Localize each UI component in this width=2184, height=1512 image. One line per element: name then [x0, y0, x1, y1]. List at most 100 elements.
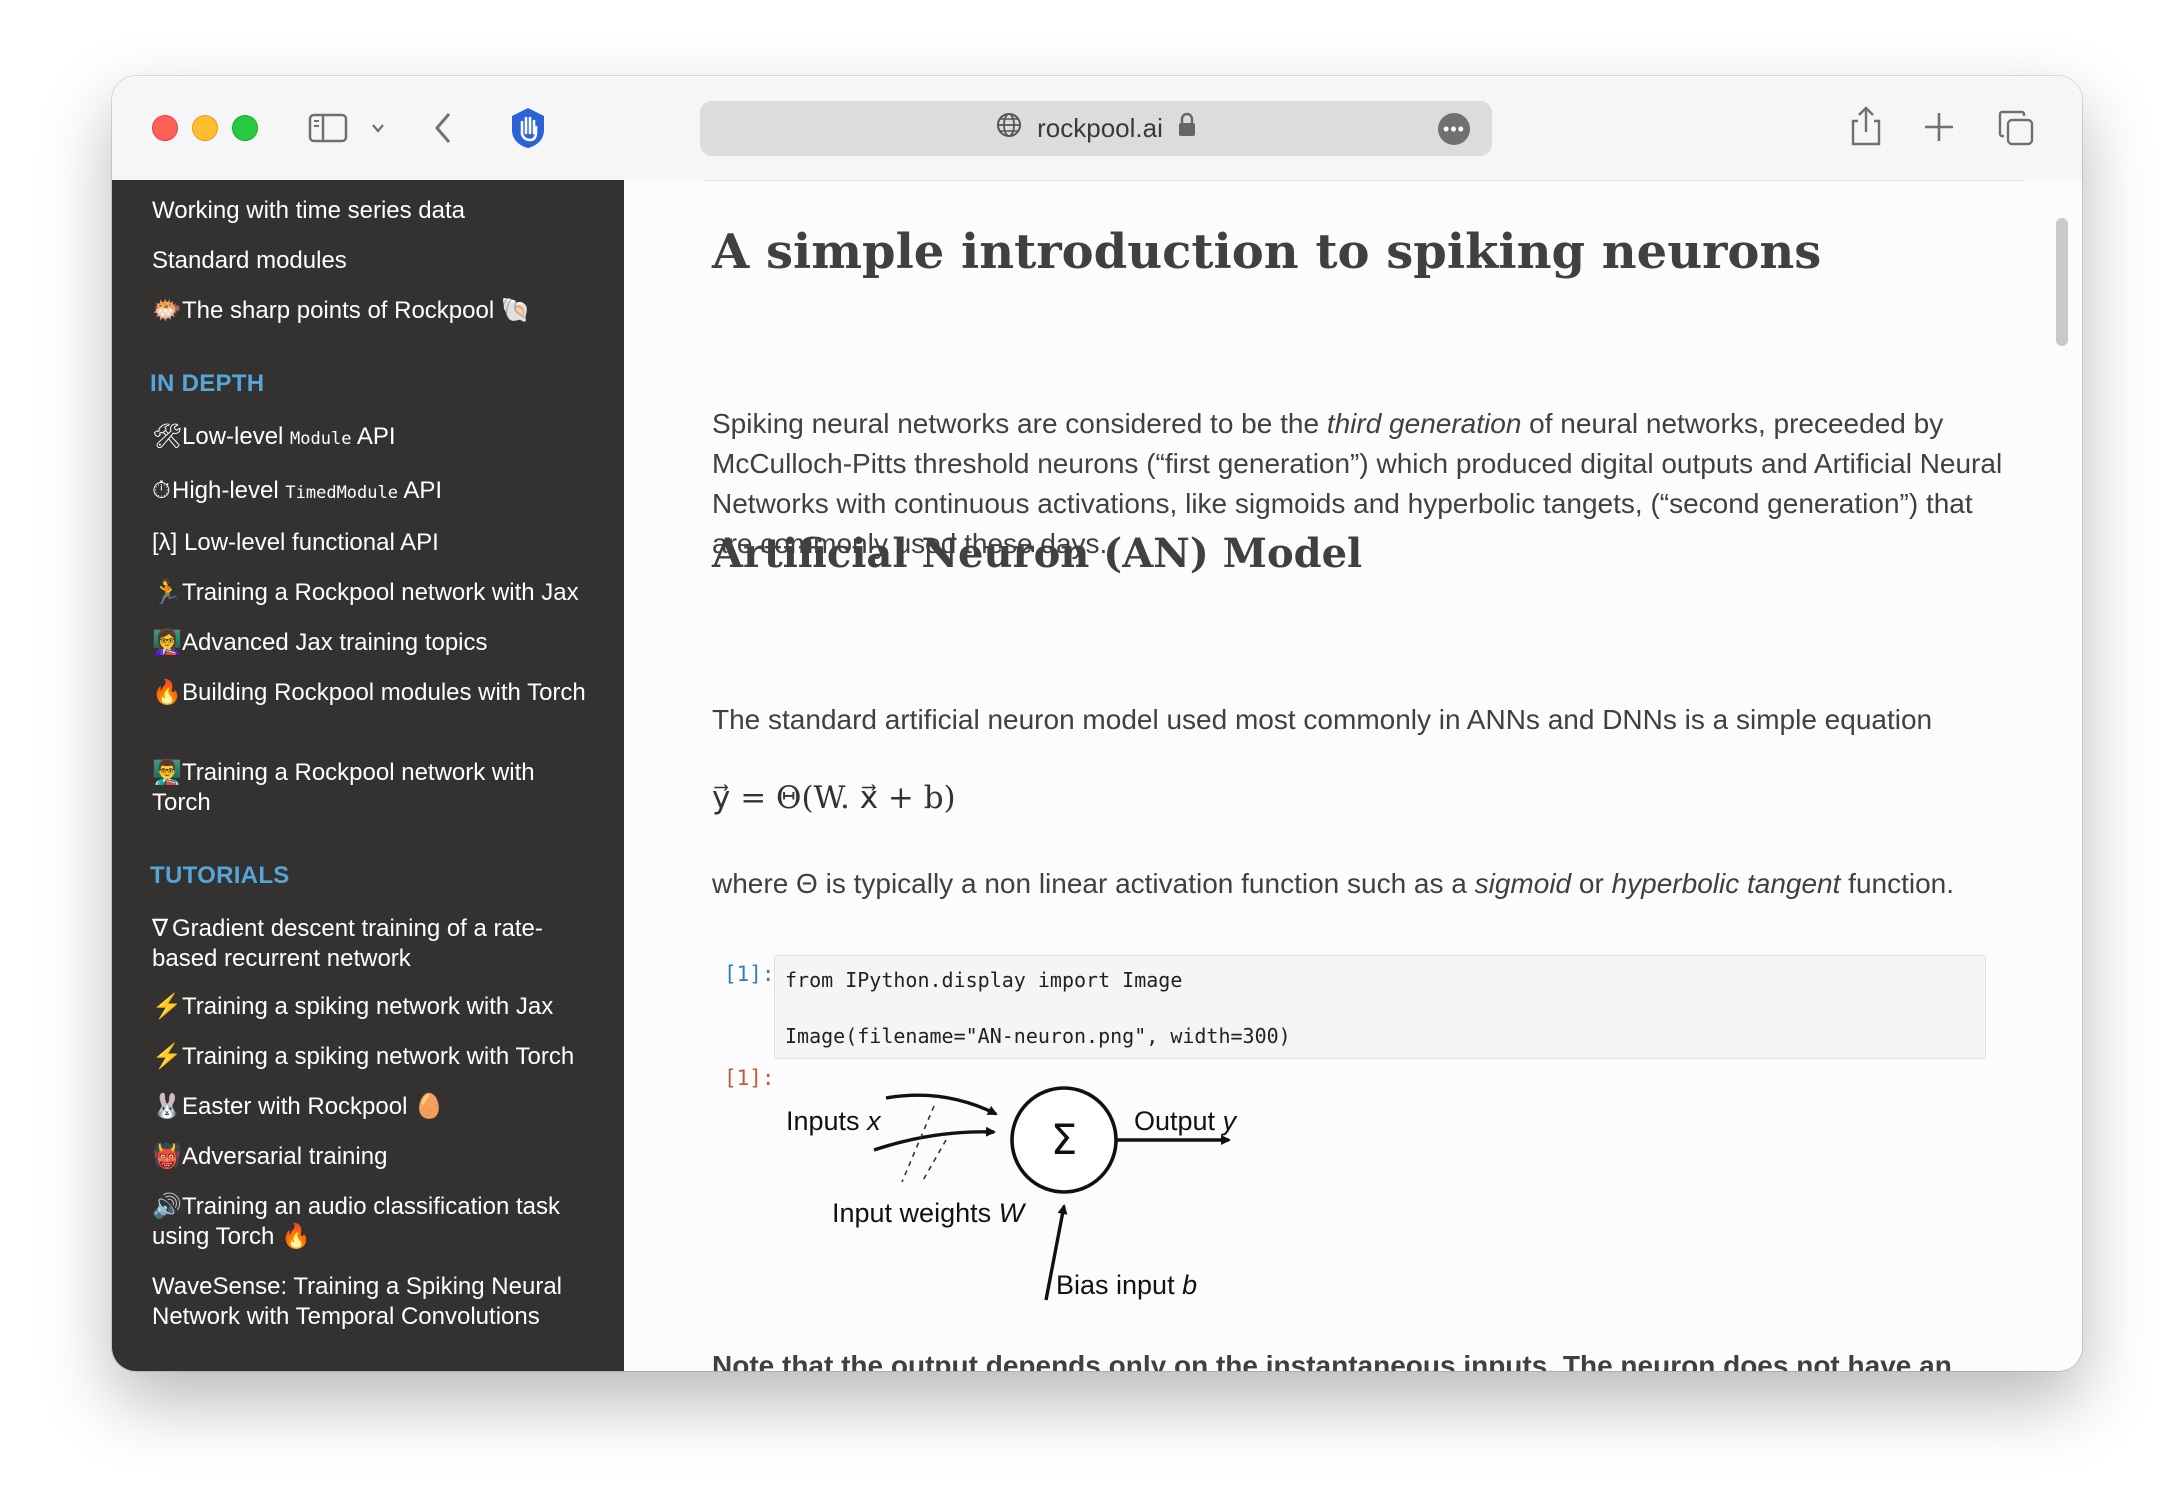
privacy-hand-icon[interactable]	[506, 106, 550, 150]
sidebar-item-torch-modules[interactable]: 🔥Building Rockpool modules with Torch	[152, 678, 592, 708]
input-arrow-1	[885, 1093, 998, 1116]
inputs-label: Inputs x	[786, 1106, 882, 1136]
caption-in-depth: IN DEPTH	[150, 370, 265, 397]
sidebar-item-adversarial[interactable]: 👹Adversarial training	[152, 1142, 592, 1172]
url-text: rockpool.ai	[1037, 113, 1163, 143]
sidebar-item-gradient-descent[interactable]: ∇ Gradient descent training of a rate-bas…	[152, 914, 592, 974]
sidebar-item-label: Standard modules	[152, 247, 347, 274]
sidebar-toggle-icon[interactable]	[308, 112, 348, 144]
runner-icon: 🏃	[152, 579, 182, 606]
code-line: Image(filename="AN-neuron.png", width=30…	[785, 1024, 1291, 1048]
sidebar-item-standard-modules[interactable]: Standard modules	[152, 246, 592, 276]
sidebar-item-easter[interactable]: 🐰Easter with Rockpool 🥚	[152, 1092, 592, 1122]
where-emphasis: sigmoid	[1474, 868, 1572, 899]
back-arrow-icon[interactable]	[432, 110, 454, 146]
sidebar-item-label: Training a Rockpool network with Torch	[152, 759, 535, 816]
sidebar-item-sharp-points[interactable]: 🐡The sharp points of Rockpool 🐚	[152, 296, 592, 326]
teacher-icon: 👩‍🏫	[152, 629, 182, 656]
neuron-diagram: Σ Inputs x Output y Input weights W Bias…	[786, 1086, 1238, 1301]
where-emphasis: hyperbolic tangent	[1611, 868, 1841, 899]
caption-tutorials: TUTORIALS	[150, 862, 290, 889]
sidebar-item-spiking-jax[interactable]: ⚡Training a spiking network with Jax	[152, 992, 592, 1022]
where-text: function.	[1840, 868, 1955, 899]
sidebar-item-wavesense[interactable]: WaveSense: Training a Spiking Neural Net…	[152, 1272, 592, 1332]
address-bar[interactable]: rockpool.ai •••	[700, 101, 1492, 156]
sidebar-item-audio-classification[interactable]: 🔊Training an audio classification task u…	[152, 1192, 592, 1252]
new-tab-icon[interactable]	[1922, 110, 1956, 144]
sidebar-item-spiking-torch[interactable]: ⚡Training a spiking network with Torch	[152, 1042, 592, 1072]
sidebar-item-label: High-level	[172, 477, 286, 504]
minimize-window-button[interactable]	[192, 115, 218, 141]
sidebar-item-label: Training a Rockpool network with Jax	[182, 579, 579, 606]
share-icon[interactable]	[1848, 104, 1884, 148]
sidebar-item-label: The sharp points of Rockpool	[182, 297, 495, 324]
browser-window: rockpool.ai ••• Working with time series…	[112, 76, 2082, 1371]
lock-icon	[1177, 112, 1197, 145]
stopwatch-icon: ⏱	[152, 477, 171, 504]
sidebar-item-time-series[interactable]: Working with time series data	[152, 196, 592, 226]
chevron-down-icon[interactable]	[368, 118, 388, 138]
equation: y⃗ = Θ(W. x⃗ + b)	[712, 780, 956, 816]
page-title: A simple introduction to spiking neurons	[712, 224, 1822, 280]
code-label: TimedModule	[285, 483, 398, 503]
sidebar-item-label: Training a spiking network with Jax	[182, 993, 554, 1020]
rabbit-icon: 🐰	[152, 1093, 182, 1120]
code-cell[interactable]: from IPython.display import Image Image(…	[774, 955, 1986, 1059]
docs-sidebar: Working with time series data Standard m…	[112, 180, 624, 1371]
code-line: from IPython.display import Image	[785, 968, 1183, 992]
browser-toolbar: rockpool.ai •••	[112, 76, 2082, 180]
tools-icon: 🛠	[152, 423, 183, 450]
note-paragraph: Note that the output depends only on the…	[712, 1350, 1952, 1371]
sum-symbol: Σ	[1051, 1115, 1078, 1164]
sidebar-item-advanced-jax[interactable]: 👩‍🏫Advanced Jax training topics	[152, 628, 592, 658]
tab-overview-icon[interactable]	[1996, 108, 2036, 148]
sidebar-item-label: Training an audio classification task us…	[152, 1193, 560, 1250]
sidebar-item-training-jax[interactable]: 🏃Training a Rockpool network with Jax	[152, 578, 592, 608]
sidebar-item-label: API	[397, 477, 443, 504]
lightning-icon: ⚡	[152, 993, 182, 1020]
globe-icon	[995, 111, 1023, 146]
sidebar-item-label: Building Rockpool modules with Torch	[182, 679, 586, 706]
sidebar-item-low-level-module[interactable]: 🛠Low-level Module API	[152, 422, 592, 454]
ogre-icon: 👹	[152, 1143, 182, 1170]
more-options-icon[interactable]: •••	[1438, 113, 1470, 145]
where-text: or	[1571, 868, 1612, 899]
main-content: A simple introduction to spiking neurons…	[624, 180, 2082, 1371]
sidebar-item-timed-module[interactable]: ⏱High-level TimedModule API	[152, 476, 592, 508]
sidebar-item-label: [λ] Low-level functional API	[152, 529, 439, 556]
where-text: where Θ is typically a non linear activa…	[712, 868, 1475, 899]
sidebar-item-label: Advanced Jax training topics	[182, 629, 488, 656]
where-paragraph: where Θ is typically a non linear activa…	[712, 864, 2012, 904]
intro-emphasis: third generation	[1326, 408, 1522, 439]
sidebar-item-label: Easter with Rockpool	[182, 1093, 408, 1120]
sidebar-item-label: Training a spiking network with Torch	[182, 1043, 575, 1070]
speaker-icon: 🔊	[152, 1193, 182, 1220]
fire-icon: 🔥	[152, 679, 182, 706]
input-prompt: [1]:	[724, 962, 775, 986]
sidebar-item-label: Low-level	[182, 423, 291, 450]
sidebar-item-label: Working with time series data	[152, 197, 466, 224]
sidebar-item-label: WaveSense: Training a Spiking Neural Net…	[152, 1273, 562, 1330]
lightning-icon: ⚡	[152, 1043, 182, 1070]
zoom-window-button[interactable]	[232, 115, 258, 141]
pufferfish-icon: 🐡	[152, 297, 182, 324]
nabla-icon: ∇	[152, 915, 169, 942]
sidebar-item-training-torch[interactable]: 👨‍🏫Training a Rockpool network with Torc…	[152, 758, 592, 818]
sidebar-item-label: Gradient descent training of a rate-base…	[152, 915, 543, 972]
sidebar-item-label: Adversarial training	[182, 1143, 388, 1170]
output-label: Output y	[1134, 1106, 1238, 1136]
section-heading: Artificial Neuron (AN) Model	[712, 530, 1363, 577]
divider	[704, 180, 2024, 181]
close-window-button[interactable]	[152, 115, 178, 141]
teacher-icon: 👨‍🏫	[152, 759, 182, 786]
input-arrow-2	[873, 1126, 996, 1152]
output-prompt: [1]:	[724, 1066, 775, 1090]
shell-icon: 🐚	[500, 297, 531, 324]
weights-label: Input weights W	[832, 1198, 1027, 1228]
sidebar-item-functional-api[interactable]: [λ] Low-level functional API	[152, 528, 592, 558]
bias-label: Bias input b	[1056, 1270, 1197, 1300]
code-label: Module	[290, 429, 352, 449]
scrollbar-thumb[interactable]	[2056, 218, 2068, 346]
sidebar-item-label: API	[351, 423, 396, 450]
fire-icon: 🔥	[280, 1223, 311, 1250]
